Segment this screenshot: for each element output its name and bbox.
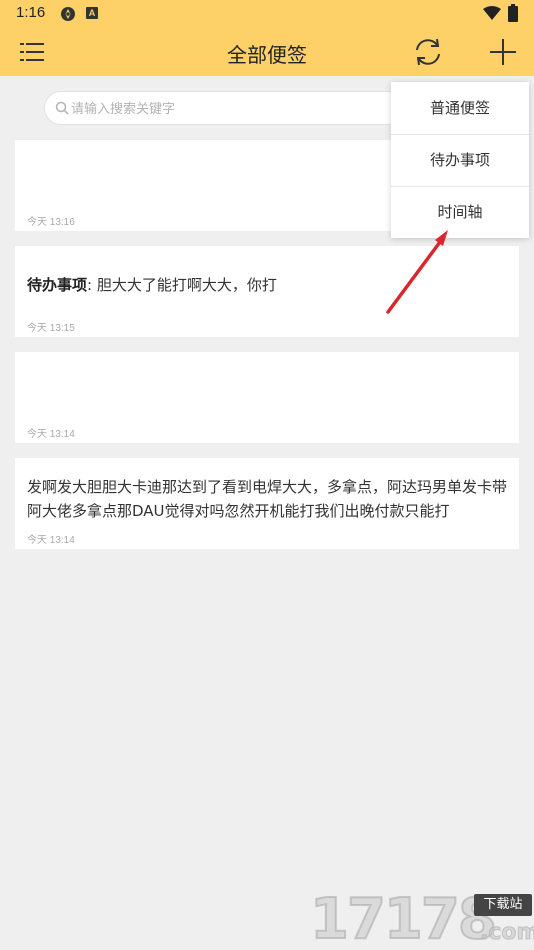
note-card[interactable]: 今天 13:14 xyxy=(15,352,519,443)
sync-icon[interactable] xyxy=(412,37,444,67)
search-icon xyxy=(55,101,69,115)
new-note-dropdown-menu: 普通便签 待办事项 时间轴 xyxy=(391,82,529,238)
watermark-badge: 下载站 xyxy=(474,894,532,916)
note-card[interactable]: 发啊发大胆胆大卡迪那达到了看到电焊大大，多拿点，阿达玛男单发卡带阿大佬多拿点那D… xyxy=(15,458,519,549)
app-bar: 全部便签 xyxy=(0,28,534,76)
note-type-label: 待办事项 xyxy=(27,276,88,294)
menu-item-timeline[interactable]: 时间轴 xyxy=(391,186,529,238)
a-notification-icon: A xyxy=(86,7,98,19)
note-timestamp: 今天 13:14 xyxy=(27,429,75,440)
note-timestamp: 今天 13:15 xyxy=(27,323,75,334)
menu-item-todo[interactable]: 待办事项 xyxy=(391,134,529,186)
plus-icon[interactable] xyxy=(488,37,518,67)
note-body: : 胆大大了能打啊大大，你打 xyxy=(87,276,277,294)
search-input[interactable] xyxy=(71,98,391,120)
search-bar[interactable] xyxy=(44,91,404,125)
watermark-digits: 17178 xyxy=(309,887,498,950)
wifi-icon xyxy=(483,6,501,20)
note-timestamp: 今天 13:16 xyxy=(27,217,75,228)
note-text: 发啊发大胆胆大卡迪那达到了看到电焊大大，多拿点，阿达玛男单发卡带阿大佬多拿点那D… xyxy=(27,478,508,520)
note-card-todo[interactable]: 待办事项: 胆大大了能打啊大大，你打 今天 13:15 xyxy=(15,246,519,337)
watermark-suffix: .com xyxy=(479,920,534,946)
battery-icon xyxy=(508,4,518,22)
menu-item-normal-note[interactable]: 普通便签 xyxy=(391,82,529,134)
app-notification-icon xyxy=(61,7,75,21)
top-bar: 1:16 A 全部便签 xyxy=(0,0,534,76)
page-title: 全部便签 xyxy=(227,43,307,67)
note-timestamp: 今天 13:14 xyxy=(27,535,75,546)
watermark-logo: 17178 下载站 .com xyxy=(309,887,534,950)
note-text: 待办事项: 胆大大了能打啊大大，你打 xyxy=(27,273,509,297)
status-bar: 1:16 A xyxy=(0,0,534,28)
status-time: 1:16 xyxy=(16,4,46,21)
